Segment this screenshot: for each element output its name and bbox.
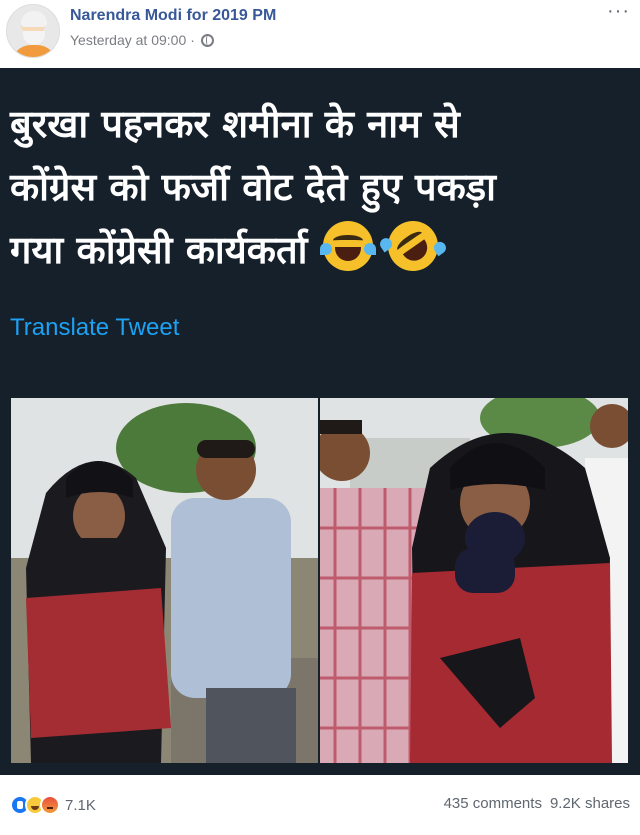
post-meta: Yesterday at 09:00 ·: [70, 32, 214, 48]
globe-icon: [200, 33, 214, 47]
translate-tweet-link[interactable]: Translate Tweet: [10, 314, 179, 342]
reactions-summary[interactable]: 7.1K: [10, 795, 96, 815]
photo-burqa-man-right[interactable]: [320, 398, 628, 763]
tears-of-joy-emoji: [319, 221, 376, 271]
avatar[interactable]: [6, 4, 60, 58]
photo-right-illustration: [320, 398, 628, 763]
meta-separator: ·: [190, 32, 195, 48]
post-timestamp[interactable]: Yesterday at 09:00: [70, 32, 186, 48]
photo-left-illustration: [11, 398, 318, 763]
avatar-hair: [21, 11, 47, 27]
tweet-line-3-text: गया कोंग्रेसी कार्यकर्ता: [10, 228, 308, 272]
tweet-line-1: बुरखा पहनकर शमीना के नाम से: [10, 102, 460, 146]
post-footer: 7.1K 435 comments 9.2K shares: [0, 775, 640, 835]
page-name-link[interactable]: Narendra Modi for 2019 PM: [70, 7, 276, 25]
shares-count-link[interactable]: 9.2K shares: [550, 795, 630, 812]
rolling-on-floor-laughing-emoji: [377, 211, 449, 281]
reaction-count: 7.1K: [65, 796, 96, 814]
tweet-line-2: कोंग्रेस को फर्जी वोट देते हुए पकड़ा: [10, 165, 496, 209]
comments-count-link[interactable]: 435 comments: [444, 795, 542, 812]
avatar-shirt: [11, 45, 57, 57]
tweet-screenshot: बुरखा पहनकर शमीना के नाम से कोंग्रेस को …: [0, 68, 640, 775]
post-header: Narendra Modi for 2019 PM Yesterday at 0…: [0, 0, 640, 68]
tweet-text: बुरखा पहनकर शमीना के नाम से कोंग्रेस को …: [10, 93, 610, 282]
photo-burqa-man-left[interactable]: [11, 398, 318, 763]
engagement-stats: 435 comments 9.2K shares: [444, 795, 630, 812]
avatar-beard: [23, 31, 45, 45]
more-options-icon[interactable]: ···: [607, 1, 630, 21]
tweet-line-3: गया कोंग्रेसी कार्यकर्ता: [10, 211, 610, 282]
angry-icon: [40, 795, 60, 815]
